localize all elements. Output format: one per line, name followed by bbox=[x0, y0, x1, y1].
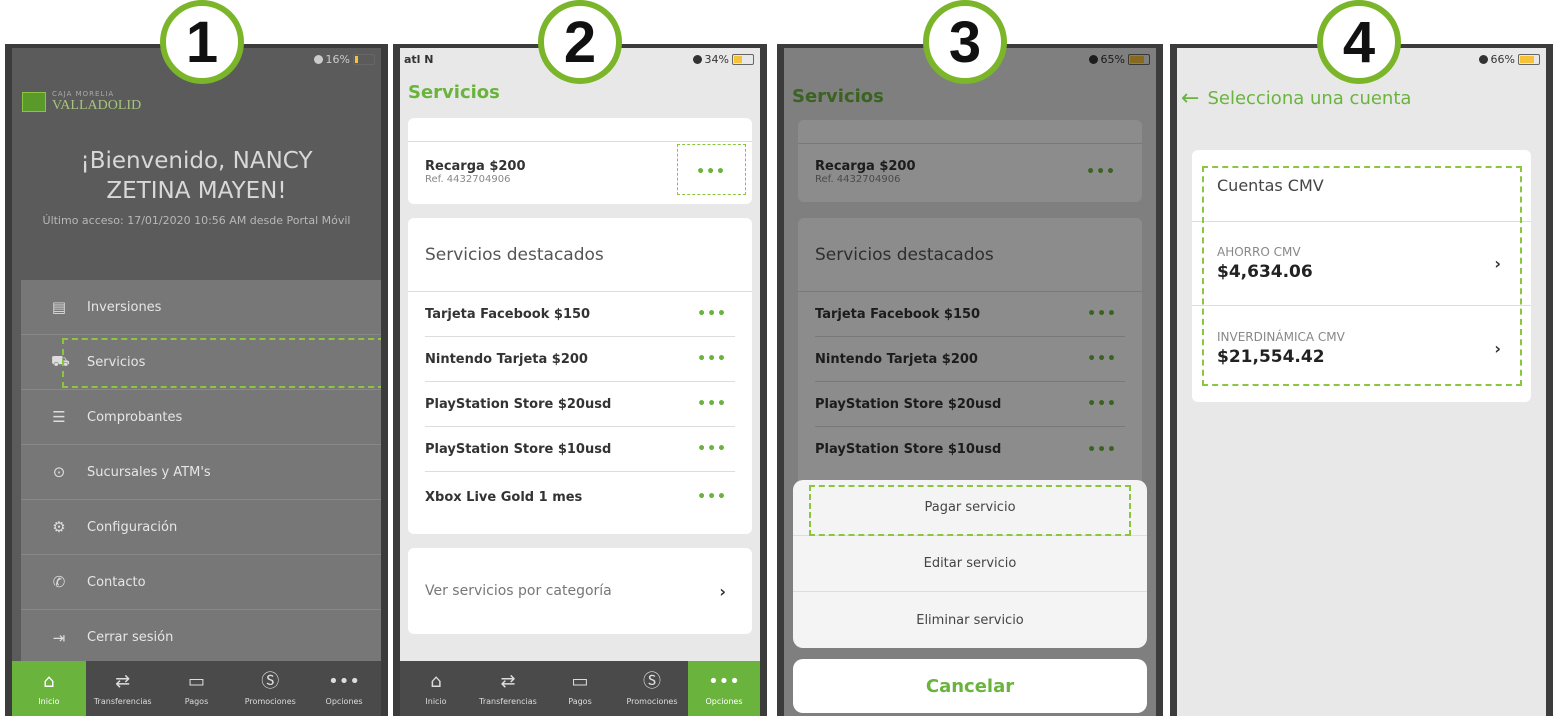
featured-service-row[interactable]: Nintendo Tarjeta $200 ••• bbox=[425, 337, 735, 382]
service-name: Recarga $200 bbox=[425, 159, 526, 174]
home-icon: ⌂ bbox=[43, 670, 55, 692]
battery-percent: 34% bbox=[704, 53, 729, 66]
page-title: Servicios bbox=[408, 82, 500, 103]
highlight-accounts bbox=[1202, 166, 1522, 386]
gear-icon: ⚙ bbox=[52, 518, 66, 536]
transfer-icon: ⇄ bbox=[500, 670, 516, 692]
alarm-icon bbox=[313, 55, 323, 64]
services-screen: atl N 34% Servicios Recarga $200 Ref. 443… bbox=[400, 48, 760, 716]
bank-logo: CAJA MORELIA VALLADOLID bbox=[22, 90, 141, 114]
featured-services-card: Servicios destacados Tarjeta Facebook $1… bbox=[408, 218, 752, 534]
last-access: Último acceso: 17/01/2020 10:56 AM desde… bbox=[42, 214, 351, 227]
welcome-message: ¡Bienvenido, NANCY ZETINA MAYEN! bbox=[80, 148, 313, 204]
tab-bar: ⌂ Inicio ⇄ Transferencias ▭ Pagos Ⓢ Promocio… bbox=[12, 661, 381, 716]
menu-item-contacto[interactable]: ✆ Contacto bbox=[21, 555, 381, 610]
battery-percent: 66% bbox=[1490, 53, 1515, 66]
menu-item-sucursales[interactable]: ⊙ Sucursales y ATM's bbox=[21, 445, 381, 500]
logo-mark-icon bbox=[22, 92, 46, 112]
payments-icon: ▭ bbox=[187, 670, 205, 692]
panel-4: 66% ← Selecciona una cuenta Cuentas CMV … bbox=[1170, 44, 1553, 716]
featured-service-row[interactable]: Xbox Live Gold 1 mes ••• bbox=[425, 472, 735, 522]
tab-inicio[interactable]: ⌂ Inicio bbox=[12, 661, 86, 716]
header: ← Selecciona una cuenta bbox=[1181, 86, 1411, 111]
logo-big-text: VALLADOLID bbox=[52, 98, 142, 113]
cancel-button[interactable]: Cancelar bbox=[793, 659, 1147, 713]
menu-item-inversiones[interactable]: ▤ Inversiones bbox=[21, 280, 381, 335]
battery-percent: 16% bbox=[325, 53, 350, 66]
tab-transferencias[interactable]: ⇄ Transferencias bbox=[86, 661, 160, 716]
more-icon: ••• bbox=[328, 670, 361, 692]
back-arrow-icon[interactable]: ← bbox=[1181, 86, 1199, 111]
alarm-icon bbox=[692, 55, 702, 64]
featured-service-row[interactable]: PlayStation Store $20usd ••• bbox=[425, 382, 735, 427]
more-icon: ••• bbox=[708, 670, 740, 692]
tab-opciones[interactable]: ••• Opciones bbox=[307, 661, 381, 716]
logo-small-text: CAJA MORELIA bbox=[52, 90, 115, 98]
battery-icon bbox=[1518, 54, 1540, 65]
more-options-icon[interactable]: ••• bbox=[697, 441, 727, 457]
receipt-icon: ☰ bbox=[52, 408, 66, 426]
transfer-icon: ⇄ bbox=[115, 670, 131, 692]
step-number-4: 4 bbox=[1317, 0, 1401, 84]
by-category-card[interactable]: Ver servicios por categoría › bbox=[408, 548, 752, 634]
dollar-coin-icon: Ⓢ bbox=[643, 670, 661, 692]
battery-icon bbox=[353, 54, 375, 65]
section-title: Servicios destacados bbox=[425, 244, 604, 265]
location-pin-icon: ⊙ bbox=[52, 463, 66, 481]
document-icon: ▤ bbox=[51, 298, 67, 316]
dollar-coin-icon: Ⓢ bbox=[261, 670, 280, 692]
battery-icon bbox=[732, 54, 754, 65]
tab-bar: ⌂ Inicio ⇄ Transferencias ▭ Pagos Ⓢ Promocio… bbox=[400, 661, 760, 716]
more-options-icon[interactable]: ••• bbox=[697, 489, 727, 505]
chevron-right-icon: › bbox=[719, 581, 726, 601]
tab-promociones[interactable]: Ⓢ Promociones bbox=[616, 661, 688, 716]
home-screen: 16% CAJA MORELIA VALLADOLID ¡Bienvenido, … bbox=[12, 48, 381, 716]
alarm-icon bbox=[1478, 55, 1488, 64]
edit-service-button[interactable]: Editar servicio bbox=[793, 536, 1147, 592]
tab-pagos[interactable]: ▭ Pagos bbox=[544, 661, 616, 716]
panel-1: 16% CAJA MORELIA VALLADOLID ¡Bienvenido, … bbox=[5, 44, 388, 716]
highlight-more-options bbox=[677, 144, 746, 195]
home-icon: ⌂ bbox=[430, 670, 442, 692]
tab-transferencias[interactable]: ⇄ Transferencias bbox=[472, 661, 544, 716]
services-options-screen: 65% Servicios Recarga $200 Ref. 443270490… bbox=[784, 48, 1156, 716]
panel-2: atl N 34% Servicios Recarga $200 Ref. 443… bbox=[393, 44, 767, 716]
delete-service-button[interactable]: Eliminar servicio bbox=[793, 592, 1147, 648]
menu-item-cerrar-sesion[interactable]: ⇥ Cerrar sesión bbox=[21, 610, 381, 665]
menu-item-configuracion[interactable]: ⚙ Configuración bbox=[21, 500, 381, 555]
tab-pagos[interactable]: ▭ Pagos bbox=[160, 661, 234, 716]
select-account-screen: 66% ← Selecciona una cuenta Cuentas CMV … bbox=[1177, 48, 1546, 716]
more-options-icon[interactable]: ••• bbox=[697, 351, 727, 367]
tab-promociones[interactable]: Ⓢ Promociones bbox=[233, 661, 307, 716]
more-options-icon[interactable]: ••• bbox=[697, 306, 727, 322]
highlight-pay-service bbox=[809, 485, 1131, 536]
by-category-link: Ver servicios por categoría bbox=[425, 583, 612, 599]
signal-indicator: atl N bbox=[404, 53, 434, 66]
logout-icon: ⇥ bbox=[52, 628, 66, 647]
payments-icon: ▭ bbox=[571, 670, 589, 692]
panel-3: 65% Servicios Recarga $200 Ref. 443270490… bbox=[777, 44, 1163, 716]
tab-inicio[interactable]: ⌂ Inicio bbox=[400, 661, 472, 716]
step-number-2: 2 bbox=[538, 0, 622, 84]
menu-item-comprobantes[interactable]: ☰ Comprobantes bbox=[21, 390, 381, 445]
service-ref: Ref. 4432704906 bbox=[425, 174, 511, 185]
step-number-1: 1 bbox=[160, 0, 244, 84]
more-options-icon[interactable]: ••• bbox=[697, 396, 727, 412]
phone-icon: ✆ bbox=[52, 573, 66, 591]
featured-service-row[interactable]: PlayStation Store $10usd ••• bbox=[425, 427, 735, 472]
highlight-servicios bbox=[62, 338, 381, 388]
page-title: Selecciona una cuenta bbox=[1207, 88, 1412, 109]
featured-service-row[interactable]: Tarjeta Facebook $150 ••• bbox=[425, 292, 735, 337]
tab-opciones[interactable]: ••• Opciones bbox=[688, 661, 760, 716]
step-number-3: 3 bbox=[923, 0, 1007, 84]
